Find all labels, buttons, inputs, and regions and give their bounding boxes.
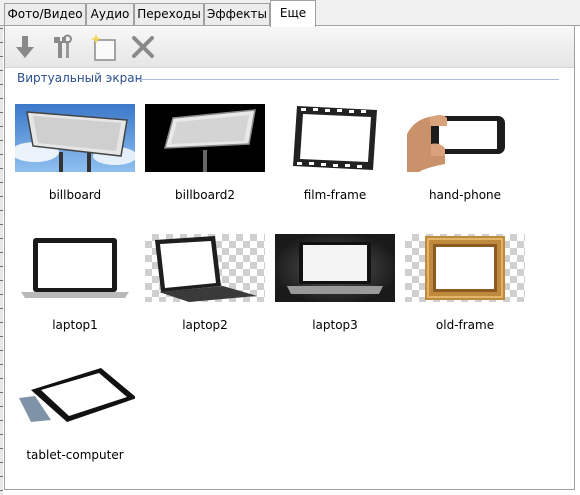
download-arrow-icon[interactable] (11, 33, 39, 61)
item-laptop1[interactable]: laptop1 (10, 234, 140, 354)
item-billboard2[interactable]: billboard2 (140, 104, 270, 224)
tab-more[interactable]: Еще (270, 0, 316, 27)
new-item-icon[interactable] (89, 33, 117, 61)
item-label: old-frame (435, 318, 495, 332)
tab-photo-video[interactable]: Фото/Видео (4, 3, 86, 25)
billboard2-thumbnail (145, 104, 265, 172)
tab-effects[interactable]: Эффекты (204, 3, 270, 25)
item-laptop2[interactable]: laptop2 (140, 234, 270, 354)
toolbar (5, 27, 574, 68)
item-label: film-frame (303, 188, 367, 202)
hand-phone-thumbnail (405, 104, 525, 172)
tab-strip: Фото/Видео Аудио Переходы Эффекты Еще (0, 0, 580, 27)
item-tablet-computer[interactable]: tablet-computer (10, 364, 140, 484)
laptop3-thumbnail (275, 234, 395, 302)
tools-icon[interactable] (49, 33, 77, 61)
film-frame-thumbnail (275, 104, 395, 172)
laptop1-thumbnail (15, 234, 135, 302)
item-hand-phone[interactable]: hand-phone (400, 104, 530, 224)
group-title: Виртуальный экран (17, 71, 147, 85)
item-film-frame[interactable]: film-frame (270, 104, 400, 224)
item-billboard[interactable]: billboard (10, 104, 140, 224)
item-label: billboard (48, 188, 102, 202)
item-laptop3[interactable]: laptop3 (270, 234, 400, 354)
tab-transitions[interactable]: Переходы (134, 3, 204, 25)
item-label: laptop1 (52, 318, 98, 332)
item-label: laptop3 (312, 318, 358, 332)
item-label: tablet-computer (26, 448, 124, 462)
tablet-computer-thumbnail (15, 364, 135, 432)
billboard-thumbnail (15, 104, 135, 172)
delete-icon[interactable] (129, 33, 157, 61)
item-old-frame[interactable]: old-frame (400, 234, 530, 354)
item-label: laptop2 (182, 318, 228, 332)
group-divider (137, 79, 559, 80)
item-label: billboard2 (175, 188, 235, 202)
window-edge (0, 0, 3, 495)
item-label: hand-phone (428, 188, 502, 202)
old-frame-thumbnail (405, 234, 525, 302)
tab-audio[interactable]: Аудио (86, 3, 134, 25)
laptop2-thumbnail (145, 234, 265, 302)
